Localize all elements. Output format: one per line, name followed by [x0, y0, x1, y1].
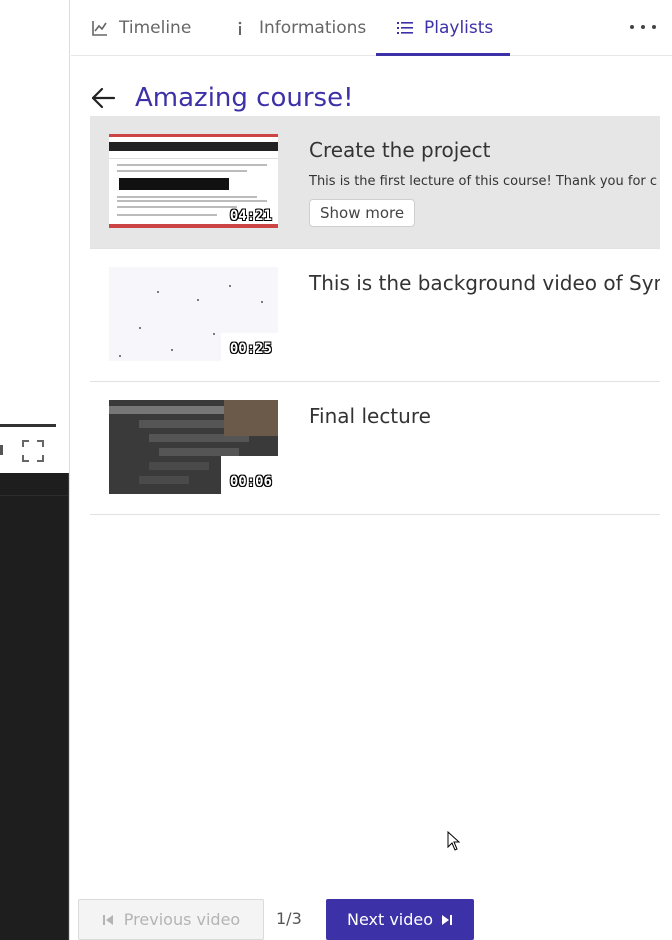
next-video-button[interactable]: Next video — [326, 899, 474, 940]
tab-label: Playlists — [424, 17, 494, 38]
video-title: Create the project — [309, 138, 491, 162]
tab-playlists[interactable]: Playlists — [376, 0, 510, 56]
playlist-item[interactable]: 00:25 This is the background video of Sy… — [90, 249, 660, 382]
playlist-item[interactable]: 04:21 Create the project This is the fir… — [90, 116, 660, 249]
video-duration: 00:25 — [229, 341, 272, 357]
side-panel: Timeline Informations Playlists Amazing … — [71, 0, 672, 940]
video-thumbnail: 00:25 — [109, 267, 278, 361]
more-dots-icon[interactable] — [630, 16, 656, 38]
video-thumbnail: 04:21 — [109, 134, 278, 228]
playlist-list: 04:21 Create the project This is the fir… — [90, 116, 660, 515]
mouse-cursor-icon — [447, 830, 461, 851]
tab-timeline[interactable]: Timeline — [91, 0, 191, 55]
tab-label: Informations — [259, 17, 367, 38]
tab-label: Timeline — [119, 17, 192, 38]
video-thumbnail: 00:06 — [109, 400, 278, 494]
playlist-counter: 1/3 — [276, 909, 302, 928]
volume-icon[interactable] — [0, 442, 6, 458]
tab-informations[interactable]: Informations — [231, 0, 366, 55]
video-gridline — [0, 495, 70, 496]
info-icon — [231, 19, 249, 37]
next-video-label: Next video — [346, 910, 434, 929]
chart-line-icon — [91, 19, 109, 37]
video-duration: 04:21 — [229, 208, 272, 224]
playlist-item[interactable]: 00:06 Final lecture — [90, 382, 660, 515]
list-icon — [396, 19, 414, 37]
show-more-button[interactable]: Show more — [309, 199, 416, 227]
tab-bar: Timeline Informations Playlists — [71, 0, 672, 56]
skip-previous-icon — [102, 914, 114, 926]
video-title: This is the background video of Synco — [309, 271, 660, 295]
skip-next-icon — [441, 914, 453, 926]
arrow-left-icon[interactable] — [89, 84, 117, 112]
previous-video-label: Previous video — [123, 910, 241, 929]
playlist-title: Amazing course! — [135, 83, 354, 113]
video-title: Final lecture — [309, 404, 431, 428]
player-control-bar — [0, 424, 56, 427]
playlist-footer: Previous video 1/3 Next video — [71, 898, 672, 940]
video-description: This is the first lecture of this course… — [309, 174, 658, 189]
fullscreen-icon[interactable] — [22, 440, 44, 462]
video-player-area — [0, 0, 70, 940]
video-duration: 00:06 — [229, 474, 272, 490]
previous-video-button[interactable]: Previous video — [78, 899, 264, 940]
active-tab-indicator — [376, 53, 510, 56]
playlist-header: Amazing course! — [89, 78, 354, 118]
video-surface[interactable] — [0, 473, 70, 940]
panel-divider — [69, 0, 70, 940]
